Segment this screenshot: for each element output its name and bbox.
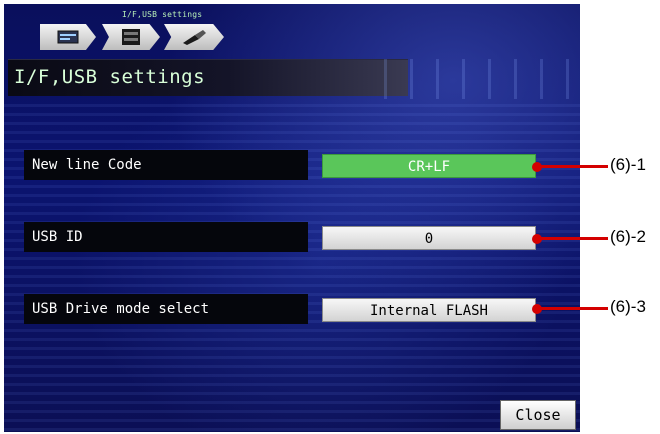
breadcrumb-home-button[interactable] [40, 24, 96, 50]
callout-line-3 [538, 307, 608, 310]
page-title-bar: I/F,USB settings [8, 59, 408, 96]
page-title: I/F,USB settings [14, 66, 206, 88]
callout-label-2: (6)-2 [610, 227, 646, 246]
usb-id-label: USB ID [24, 222, 308, 252]
callout-line-2 [538, 237, 608, 240]
close-button[interactable]: Close [500, 400, 576, 430]
usb-drive-mode-label: USB Drive mode select [24, 294, 308, 324]
callout-label-3: (6)-3 [610, 297, 646, 316]
breadcrumb-device-button[interactable] [102, 24, 160, 50]
usb-drive-mode-button[interactable]: Internal FLASH [322, 298, 536, 322]
usb-plug-icon [183, 30, 206, 45]
device-icon [122, 29, 140, 45]
new-line-code-label: New line Code [24, 150, 308, 180]
breadcrumb-usb-button[interactable] [164, 24, 224, 50]
monitor-icon [57, 30, 79, 44]
device-screen: I/F,USB settings I/F,USB settings New li… [4, 4, 580, 432]
breadcrumb-caption: I/F,USB settings [122, 10, 203, 19]
callout-label-1: (6)-1 [610, 155, 646, 174]
new-line-code-button[interactable]: CR+LF [322, 154, 536, 178]
callout-line-1 [538, 165, 608, 168]
usb-id-button[interactable]: 0 [322, 226, 536, 250]
